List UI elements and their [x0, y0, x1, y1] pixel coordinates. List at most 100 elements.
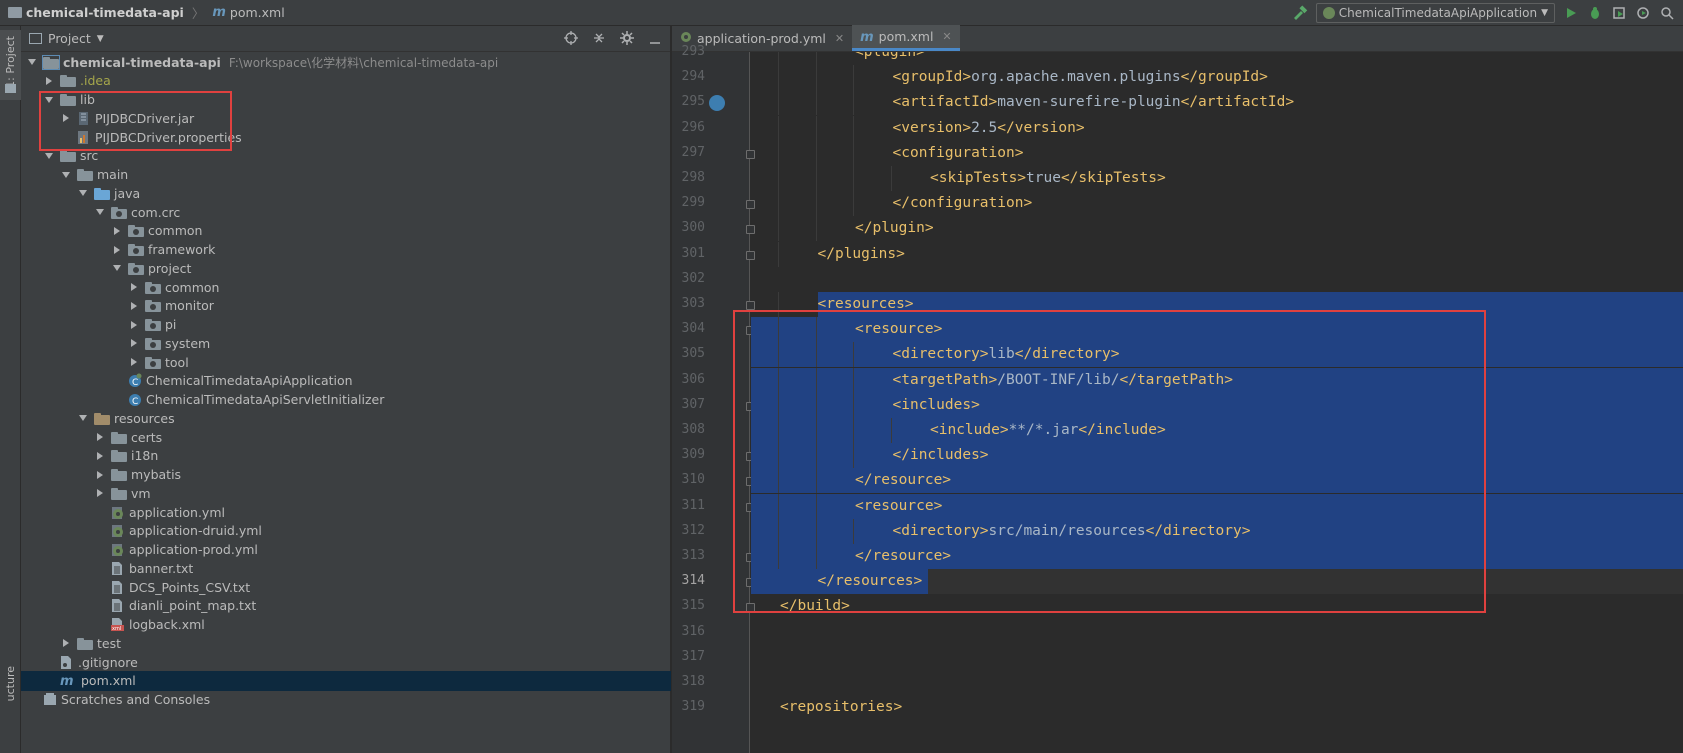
tree-item[interactable]: .idea — [21, 71, 671, 91]
tree-item[interactable]: resources — [21, 408, 671, 428]
tree-item[interactable]: application-druid.yml — [21, 521, 671, 541]
tree-item[interactable]: i18n — [21, 446, 671, 466]
close-icon[interactable]: ✕ — [835, 32, 844, 45]
chevron-right-icon[interactable] — [129, 301, 139, 311]
chevron-down-icon[interactable] — [27, 57, 37, 67]
tree-item[interactable]: system — [21, 333, 671, 353]
tree-item[interactable]: test — [21, 633, 671, 653]
chevron-right-icon[interactable] — [95, 488, 105, 498]
tree-item[interactable]: src — [21, 146, 671, 166]
tree-item[interactable]: mybatis — [21, 465, 671, 485]
tree-item[interactable]: xml logback.xml — [21, 615, 671, 635]
tree-item-label: tool — [165, 354, 189, 370]
profile-icon[interactable] — [1635, 5, 1651, 21]
chevron-right-icon[interactable] — [95, 451, 105, 461]
chevron-right-icon[interactable] — [95, 432, 105, 442]
locate-icon[interactable] — [564, 30, 578, 48]
tree-item[interactable]: m pom.xml — [21, 670, 671, 691]
tree-item-label: i18n — [131, 448, 159, 464]
tree-item-label: src — [80, 148, 99, 164]
tree-item[interactable]: tool — [21, 352, 671, 372]
tree-item[interactable]: application.yml — [21, 502, 671, 522]
tree-item[interactable]: banner.txt — [21, 558, 671, 578]
breadcrumb-file[interactable]: pom.xml — [230, 5, 285, 20]
indent-guide — [815, 493, 817, 519]
code-content: <directory>src/main/resources</directory… — [893, 519, 1251, 544]
tree-item[interactable]: monitor — [21, 296, 671, 316]
tree-item[interactable]: framework — [21, 240, 671, 260]
tree-item[interactable]: C ChemicalTimedataApiServletInitializer — [21, 390, 671, 410]
chevron-down-icon[interactable] — [44, 151, 54, 161]
editor-tab[interactable]: m pom.xml ✕ — [852, 25, 960, 51]
chevron-right-icon[interactable] — [129, 338, 139, 348]
xml-tag: <artifactId> — [892, 94, 998, 111]
tree-item[interactable]: .gitignore — [21, 652, 671, 672]
code-view[interactable]: <plugin> <groupId>org.apache.maven.plugin… — [751, 52, 1683, 753]
tree-item-label: logback.xml — [129, 617, 205, 632]
gear-icon[interactable] — [620, 30, 634, 48]
project-view-selector[interactable]: Project — [48, 31, 91, 46]
tree-item[interactable]: com.crc — [21, 202, 671, 222]
structure-tool-label[interactable]: ucture — [4, 666, 17, 701]
hide-panel-icon[interactable] — [648, 31, 662, 48]
chevron-right-icon[interactable] — [129, 357, 139, 367]
tree-item[interactable]: pi — [21, 315, 671, 335]
chevron-right-icon[interactable] — [44, 76, 54, 86]
xml-text: true — [1026, 170, 1061, 186]
indent-guide — [853, 367, 854, 393]
tree-item[interactable]: Scratches and Consoles — [21, 690, 671, 710]
yaml-file-icon — [111, 505, 124, 520]
tree-item[interactable]: vm — [21, 483, 671, 503]
chevron-right-icon[interactable] — [61, 113, 71, 123]
tree-item[interactable]: application-prod.yml — [21, 540, 671, 560]
run-configuration-selector[interactable]: ChemicalTimedataApiApplication ▼ — [1315, 3, 1555, 23]
indent-guide — [853, 418, 854, 443]
chevron-right-icon[interactable] — [61, 638, 71, 648]
xml-text: /BOOT-INF/lib/ — [997, 371, 1120, 388]
debug-icon[interactable] — [1587, 5, 1603, 21]
chevron-right-icon[interactable] — [112, 245, 122, 255]
breadcrumb-project[interactable]: chemical-timedata-api — [26, 5, 184, 20]
tree-item[interactable]: C ChemicalTimedataApiApplication — [21, 371, 671, 391]
close-icon[interactable]: ✕ — [942, 30, 951, 43]
tree-item[interactable]: common — [21, 277, 671, 297]
tree-item[interactable]: java — [21, 183, 671, 203]
tree-item-label: main — [97, 167, 129, 182]
tree-item[interactable]: project — [21, 258, 671, 278]
folder-icon — [60, 74, 76, 88]
chevron-down-icon[interactable] — [44, 95, 54, 105]
chevron-down-icon[interactable]: ▼ — [97, 34, 104, 44]
chevron-right-icon[interactable] — [112, 226, 122, 236]
package-icon — [145, 299, 161, 313]
tree-item[interactable]: common — [21, 221, 671, 241]
more-run-actions-icon[interactable] — [1659, 5, 1675, 21]
chevron-down-icon[interactable] — [112, 263, 122, 273]
build-hammer-icon[interactable] — [1292, 5, 1308, 21]
indent-guide — [778, 518, 779, 544]
chevron-right-icon[interactable] — [129, 282, 139, 292]
indent-guide — [815, 392, 817, 418]
override-gutter-icon[interactable] — [709, 95, 725, 112]
tree-item[interactable]: dianli_point_map.txt — [21, 596, 671, 616]
xml-text: maven-surefire-plugin — [997, 94, 1181, 111]
tree-item[interactable]: certs — [21, 427, 671, 447]
tree-item[interactable]: lib — [21, 90, 671, 110]
code-line: <directory>src/main/resources</directory… — [751, 518, 1683, 544]
chevron-down-icon[interactable] — [95, 207, 105, 217]
chevron-down-icon[interactable] — [61, 170, 71, 180]
chevron-down-icon[interactable] — [78, 413, 88, 423]
chevron-right-icon[interactable] — [129, 320, 139, 330]
collapse-all-icon[interactable] — [592, 31, 606, 48]
folder-icon — [111, 468, 127, 481]
tree-item[interactable]: main — [21, 165, 671, 185]
tree-item[interactable]: PIJDBCDriver.jar — [21, 108, 671, 128]
run-icon[interactable] — [1563, 5, 1579, 21]
indent-guide — [853, 392, 854, 418]
tree-item[interactable]: chemical-timedata-api F:\workspace\化学材料\c… — [21, 52, 671, 72]
chevron-right-icon[interactable] — [95, 470, 105, 480]
chevron-down-icon[interactable] — [78, 188, 88, 198]
coverage-icon[interactable] — [1611, 5, 1627, 21]
tree-item[interactable]: DCS_Points_CSV.txt — [21, 577, 671, 597]
tree-item[interactable]: PIJDBCDriver.properties — [21, 127, 671, 147]
